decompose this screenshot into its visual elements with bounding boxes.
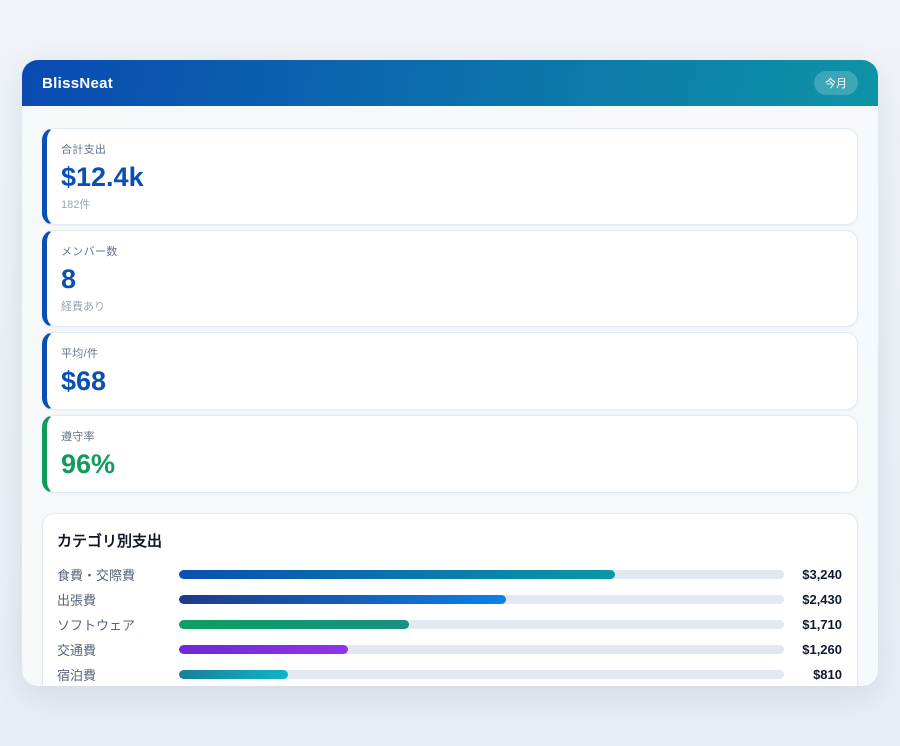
category-row-list: 食費・交際費 $3,240 出張費 $2,430 ソフトウェア (57, 565, 842, 682)
stat-label: 合計支出 (61, 141, 843, 157)
stat-value: 8 (61, 264, 843, 295)
stat-label: メンバー数 (61, 243, 843, 259)
stat-value: $68 (61, 366, 843, 397)
app-title: BlissNeat (42, 75, 113, 92)
bar-track (179, 645, 784, 654)
category-value: $1,260 (784, 642, 842, 657)
stat-value: 96% (61, 449, 843, 480)
category-label: 交通費 (57, 640, 179, 659)
stat-card-member-count: メンバー数 8 経費あり (42, 230, 858, 327)
bar-fill (179, 595, 506, 604)
stat-label: 平均/件 (61, 345, 843, 361)
bar-track (179, 620, 784, 629)
category-row-food: 食費・交際費 $3,240 (57, 565, 842, 582)
category-label: 出張費 (57, 590, 179, 609)
stat-card-compliance-rate: 遵守率 96% (42, 415, 858, 493)
stat-card-average-per-item: 平均/件 $68 (42, 332, 858, 410)
stat-label: 遵守率 (61, 428, 843, 444)
dashboard-body: 合計支出 $12.4k 182件 メンバー数 8 経費あり 平均/件 $68 遵… (22, 106, 878, 686)
category-label: ソフトウェア (57, 615, 179, 634)
category-row-lodging: 宿泊費 $810 (57, 665, 842, 682)
dashboard-window: BlissNeat 今月 合計支出 $12.4k 182件 メンバー数 8 経費… (22, 60, 878, 686)
bar-fill (179, 670, 288, 679)
stat-card-list: 合計支出 $12.4k 182件 メンバー数 8 経費あり 平均/件 $68 遵… (42, 128, 858, 493)
app-header: BlissNeat 今月 (22, 60, 878, 106)
category-row-transport: 交通費 $1,260 (57, 640, 842, 657)
stat-subtext: 182件 (61, 196, 843, 212)
bar-track (179, 670, 784, 679)
category-label: 宿泊費 (57, 665, 179, 684)
category-row-software: ソフトウェア $1,710 (57, 615, 842, 632)
stat-card-total-spend: 合計支出 $12.4k 182件 (42, 128, 858, 225)
bar-track (179, 570, 784, 579)
stat-value: $12.4k (61, 162, 843, 193)
category-value: $3,240 (784, 567, 842, 582)
category-value: $1,710 (784, 617, 842, 632)
category-value: $810 (784, 667, 842, 682)
stat-subtext: 経費あり (61, 298, 843, 314)
bar-fill (179, 570, 615, 579)
bar-track (179, 595, 784, 604)
bar-fill (179, 645, 348, 654)
category-row-business-trip: 出張費 $2,430 (57, 590, 842, 607)
bar-fill (179, 620, 409, 629)
category-card-title: カテゴリ別支出 (57, 530, 842, 551)
category-label: 食費・交際費 (57, 565, 179, 584)
category-value: $2,430 (784, 592, 842, 607)
period-badge[interactable]: 今月 (814, 71, 858, 95)
category-spend-card: カテゴリ別支出 食費・交際費 $3,240 出張費 $2,430 (42, 513, 858, 686)
